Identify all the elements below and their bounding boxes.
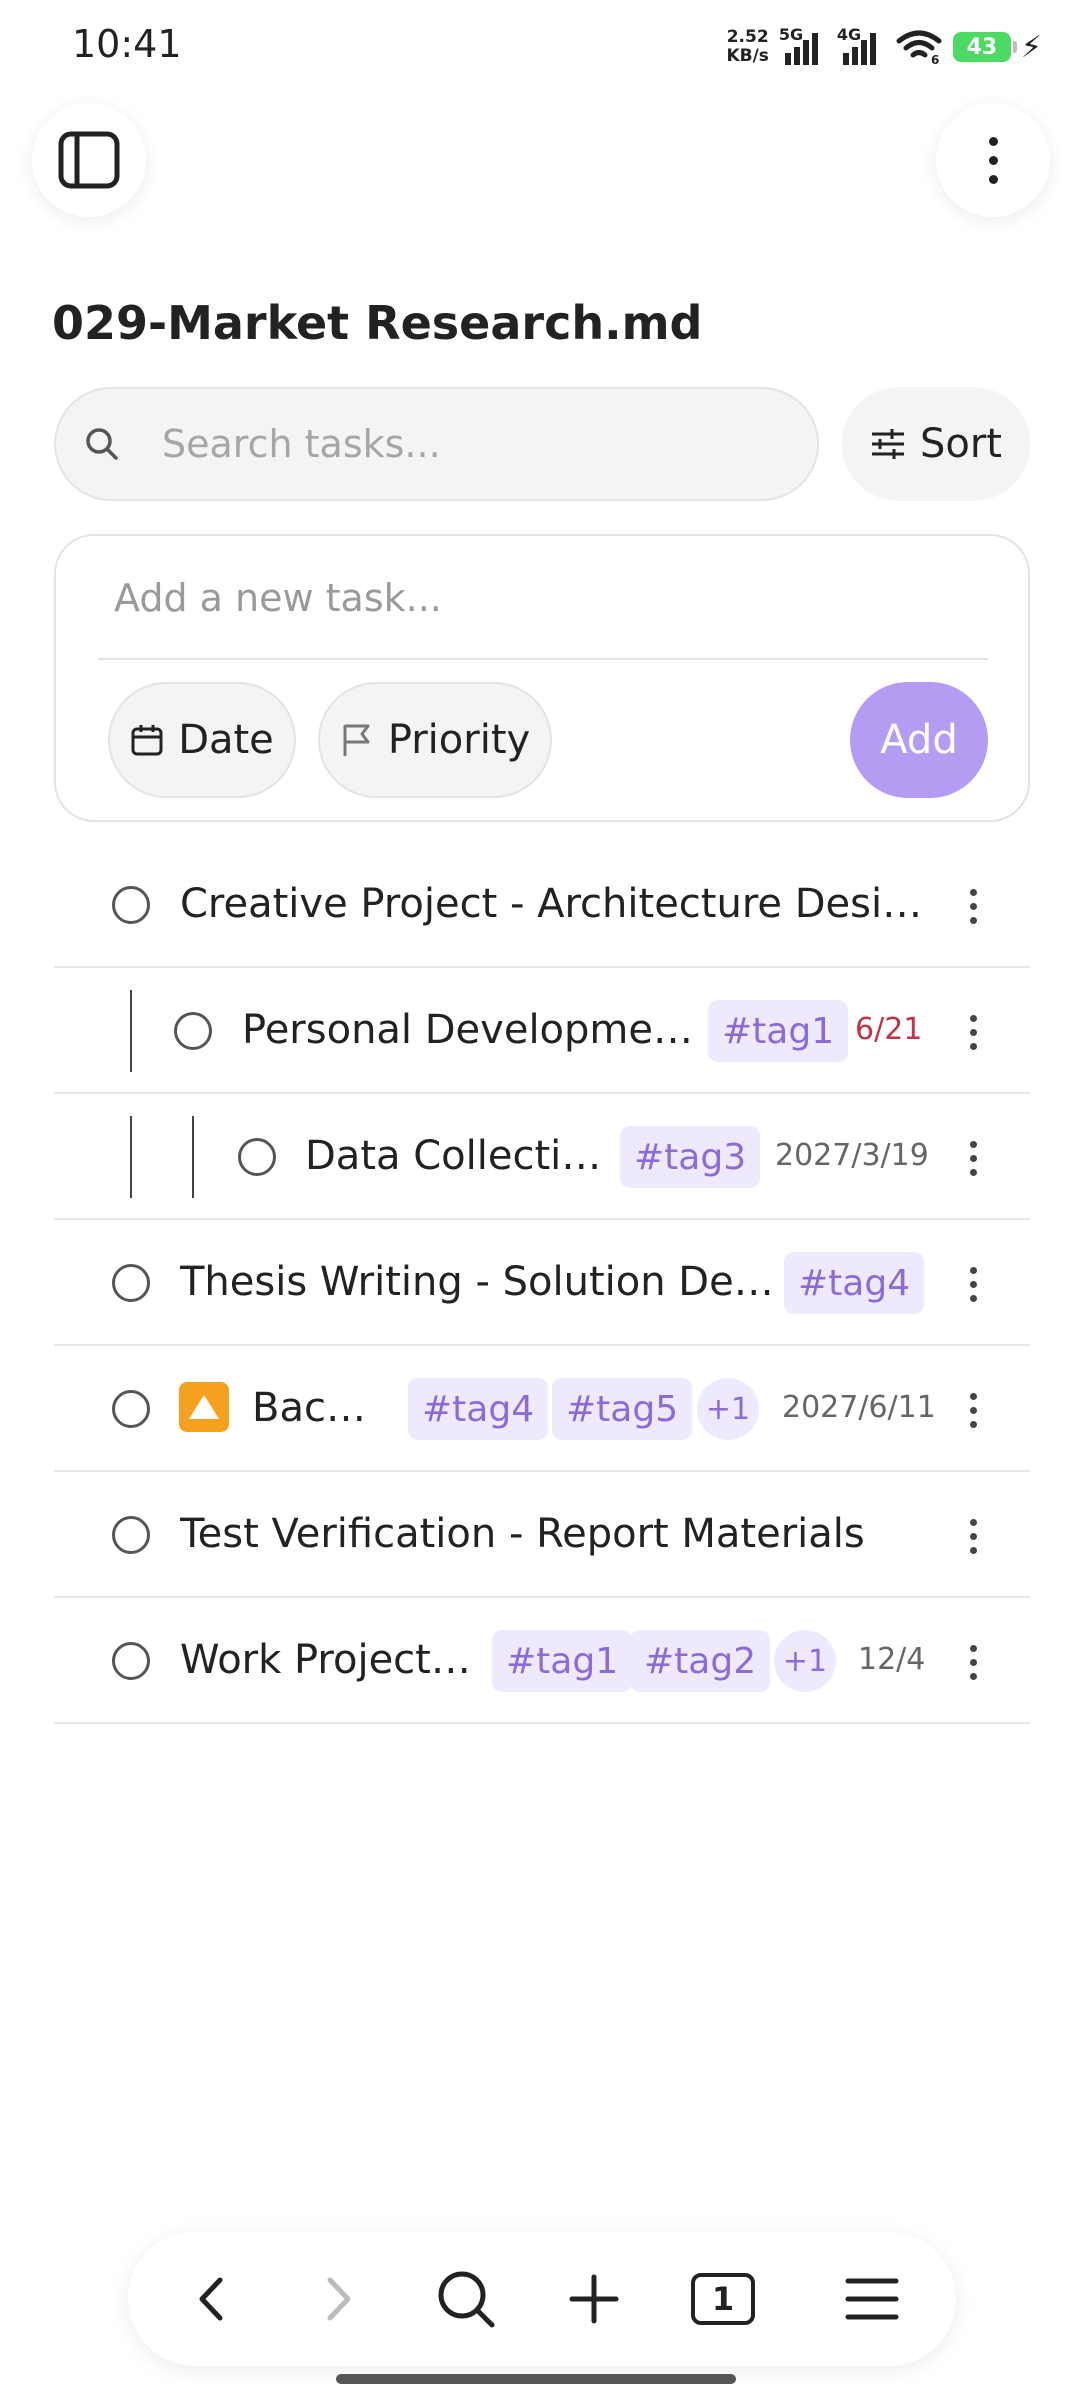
new-task-input[interactable] <box>114 568 974 628</box>
search-icon <box>438 2271 495 2328</box>
task-due-date: 2027/3/19 <box>775 1138 929 1173</box>
battery-icon: 43 <box>952 32 1017 62</box>
priority-label: Priority <box>387 717 531 763</box>
chevron-right-icon <box>327 2277 351 2321</box>
bottom-navigation-bar: 1 <box>128 2232 956 2366</box>
menu-button[interactable] <box>832 2259 912 2339</box>
cell-signal-icon: 5G <box>779 25 827 65</box>
task-title: Thesis Writing - Solution De… <box>180 1259 774 1305</box>
task-checkbox[interactable] <box>112 886 150 924</box>
task-tag[interactable]: #tag1 <box>708 1000 849 1062</box>
task-tag[interactable]: #tag5 <box>552 1378 693 1440</box>
indent-line <box>192 1116 194 1198</box>
task-checkbox[interactable] <box>112 1642 150 1680</box>
date-label: Date <box>178 717 274 763</box>
page-title: 029-Market Research.md <box>52 296 703 350</box>
network-speed: 2.52 KB/s <box>726 27 769 66</box>
chevron-left-icon <box>199 2277 223 2321</box>
sliders-icon <box>872 429 904 459</box>
indent-line <box>130 1116 132 1198</box>
sidebar-icon <box>58 131 120 189</box>
wifi-icon: 6 <box>896 30 942 65</box>
more-tags-badge[interactable]: +1 <box>774 1630 836 1692</box>
new-tab-button[interactable] <box>554 2259 634 2339</box>
task-checkbox[interactable] <box>174 1012 212 1050</box>
task-checkbox[interactable] <box>112 1516 150 1554</box>
more-options-button[interactable] <box>936 103 1050 217</box>
task-tag[interactable]: #tag1 <box>492 1630 633 1692</box>
task-menu-icon[interactable] <box>958 1130 988 1186</box>
add-task-button[interactable]: Add <box>850 682 988 798</box>
date-button[interactable]: Date <box>108 682 296 798</box>
task-title: Work Project… <box>180 1637 471 1683</box>
up-arrow-priority-icon <box>179 1382 229 1432</box>
task-due-date: 12/4 <box>858 1642 926 1677</box>
task-title: Bac… <box>252 1385 366 1431</box>
forward-button[interactable] <box>298 2259 378 2339</box>
task-tag[interactable]: #tag3 <box>620 1126 761 1188</box>
indent-line <box>130 990 132 1072</box>
task-row[interactable]: Bac… #tag4 #tag5 +1 2027/6/11 <box>54 1346 1030 1472</box>
tabs-button[interactable]: 1 <box>683 2259 763 2339</box>
task-tag[interactable]: #tag4 <box>784 1252 925 1314</box>
sort-button[interactable]: Sort <box>842 387 1030 501</box>
task-row[interactable]: Work Project… #tag1 #tag2 +1 12/4 <box>54 1598 1030 1724</box>
status-time: 10:41 <box>72 22 182 66</box>
search-button[interactable] <box>426 2259 506 2339</box>
task-row[interactable]: Thesis Writing - Solution De… #tag4 <box>54 1220 1030 1346</box>
hamburger-menu-icon <box>845 2278 899 2320</box>
task-row[interactable]: Test Verification - Report Materials <box>54 1472 1030 1598</box>
search-input[interactable] <box>162 422 782 466</box>
home-indicator[interactable] <box>336 2374 736 2384</box>
priority-button[interactable]: Priority <box>318 682 552 798</box>
task-menu-icon[interactable] <box>958 1004 988 1060</box>
add-task-card: Date Priority Add <box>54 534 1030 822</box>
task-due-date: 6/21 <box>855 1012 923 1047</box>
task-tag[interactable]: #tag2 <box>630 1630 771 1692</box>
task-title: Test Verification - Report Materials <box>180 1511 865 1557</box>
task-title: Personal Developme… <box>242 1007 693 1053</box>
cell-signal-icon-2: 4G <box>837 25 885 65</box>
task-menu-icon[interactable] <box>958 1508 988 1564</box>
divider <box>98 658 988 660</box>
calendar-icon <box>131 725 163 756</box>
status-icons: 2.52 KB/s 5G 4G 6 43 ⚡ <box>726 22 1042 72</box>
task-checkbox[interactable] <box>112 1264 150 1302</box>
flag-icon <box>343 724 370 756</box>
task-menu-icon[interactable] <box>958 1382 988 1438</box>
sort-label: Sort <box>920 421 1002 467</box>
task-row[interactable]: Creative Project - Architecture Desi… <box>54 842 1030 968</box>
task-title: Data Collecti… <box>305 1133 602 1179</box>
task-checkbox[interactable] <box>238 1138 276 1176</box>
status-bar: 10:41 2.52 KB/s 5G 4G 6 43 ⚡ <box>0 0 1080 96</box>
charging-icon: ⚡ <box>1020 29 1042 65</box>
task-checkbox[interactable] <box>112 1390 150 1428</box>
tab-count: 1 <box>691 2273 755 2325</box>
more-vertical-icon <box>988 136 998 184</box>
task-menu-icon[interactable] <box>958 1634 988 1690</box>
task-title: Creative Project - Architecture Desi… <box>180 881 923 927</box>
task-menu-icon[interactable] <box>958 878 988 934</box>
task-menu-icon[interactable] <box>958 1256 988 1312</box>
task-due-date: 2027/6/11 <box>782 1390 936 1425</box>
task-row[interactable]: Data Collecti… #tag3 2027/3/19 <box>54 1094 1030 1220</box>
back-button[interactable] <box>172 2259 252 2339</box>
search-icon <box>80 422 124 466</box>
sidebar-toggle-button[interactable] <box>32 103 146 217</box>
svg-text:6: 6 <box>931 53 939 65</box>
more-tags-badge[interactable]: +1 <box>697 1378 759 1440</box>
task-tag[interactable]: #tag4 <box>408 1378 549 1440</box>
plus-icon <box>569 2274 619 2324</box>
task-row[interactable]: Personal Developme… #tag1 6/21 <box>54 968 1030 1094</box>
search-bar[interactable] <box>54 387 819 501</box>
